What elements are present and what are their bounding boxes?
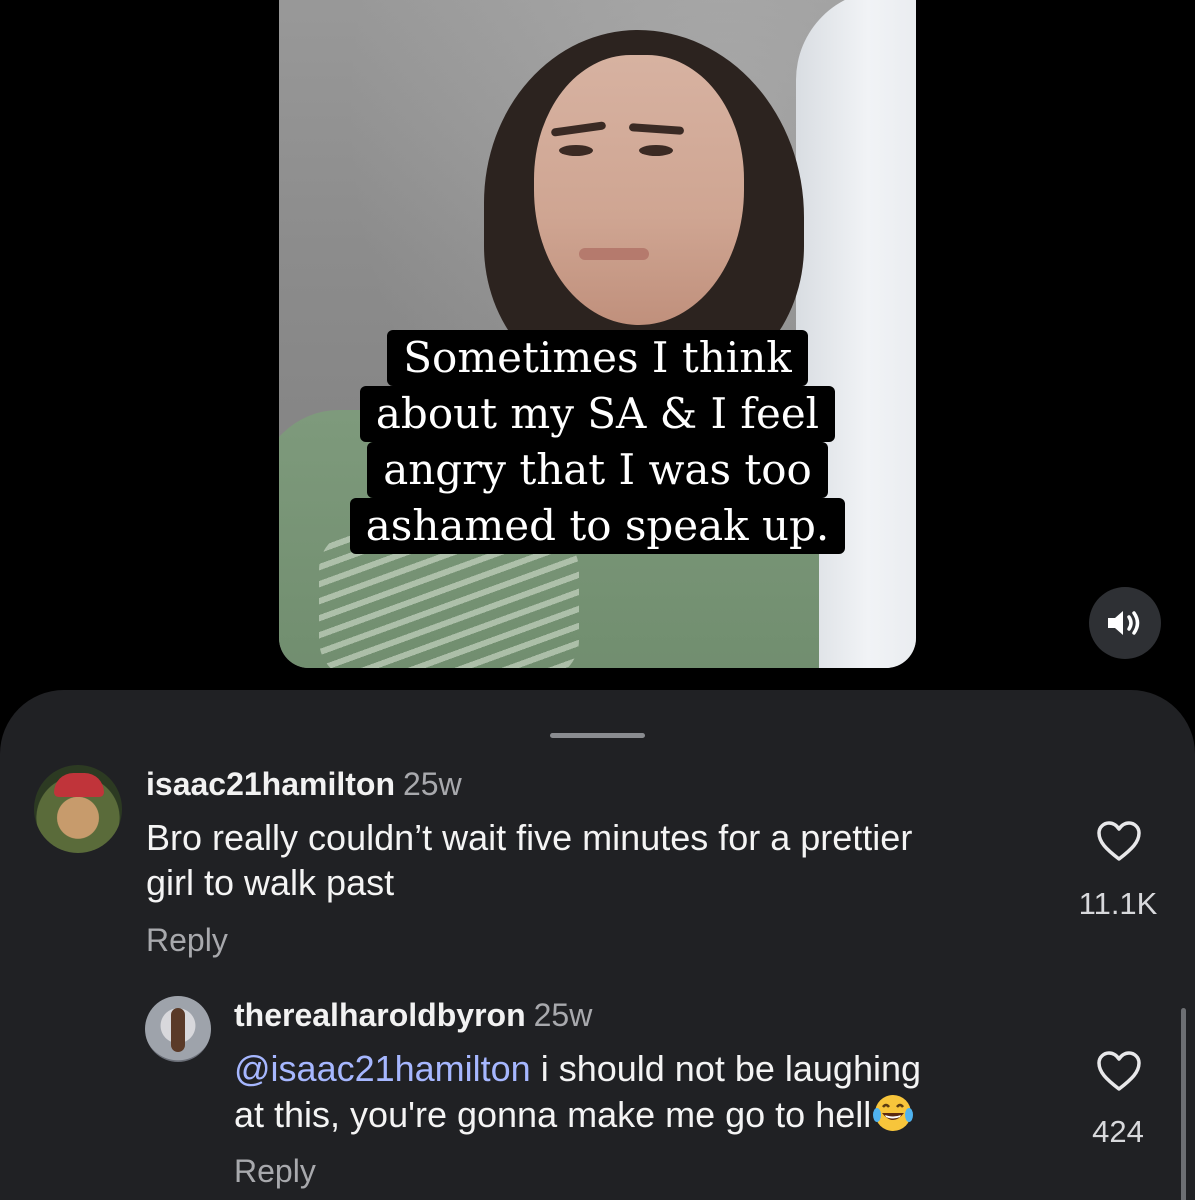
- comment-text-line: @isaac21hamilton i should not be laughin…: [234, 1046, 921, 1091]
- avatar[interactable]: [34, 765, 122, 853]
- avatar-figure: [171, 1008, 185, 1052]
- comment-text-line: girl to walk past: [146, 862, 395, 903]
- caption-line: Sometimes I think: [387, 330, 808, 386]
- laughing-tears-emoji-icon: [873, 1095, 914, 1131]
- comment-text-segment: i should not be laughing: [530, 1048, 922, 1089]
- comments-sheet: isaac21hamilton 25w Bro really couldn’t w…: [0, 690, 1195, 1200]
- like-count: 424: [1092, 1114, 1144, 1149]
- username-text[interactable]: therealharoldbyron: [234, 997, 526, 1033]
- heart-icon[interactable]: [1096, 820, 1142, 862]
- comment-text-segment: at this, you're gonna make me go to hell: [234, 1094, 872, 1135]
- comment-text: @isaac21hamilton i should not be laughin…: [234, 1046, 921, 1137]
- sheet-drag-handle[interactable]: [550, 733, 645, 738]
- mute-button[interactable]: [1089, 587, 1161, 659]
- video-player[interactable]: Sometimes I think about my SA & I feel a…: [279, 0, 916, 668]
- video-caption: Sometimes I think about my SA & I feel a…: [279, 330, 916, 554]
- caption-line: angry that I was too: [367, 442, 828, 498]
- mention-link[interactable]: @isaac21hamilton: [234, 1048, 531, 1089]
- avatar[interactable]: [145, 996, 211, 1062]
- comment-username[interactable]: isaac21hamilton 25w: [146, 766, 462, 803]
- caption-line: ashamed to speak up.: [349, 498, 846, 554]
- like-count: 11.1K: [1078, 886, 1158, 921]
- comment-time: 25w: [403, 766, 462, 802]
- avatar-cap: [54, 773, 104, 797]
- comment-username[interactable]: therealharoldbyron 25w: [234, 997, 592, 1034]
- reel-screen: Sometimes I think about my SA & I feel a…: [0, 0, 1195, 1200]
- comment-time: 25w: [533, 997, 593, 1033]
- caption-line: about my SA & I feel: [359, 386, 836, 442]
- reply-button[interactable]: Reply: [146, 922, 228, 959]
- video-person-eye: [559, 145, 593, 156]
- username-text[interactable]: isaac21hamilton: [146, 766, 395, 802]
- heart-icon[interactable]: [1096, 1050, 1142, 1092]
- video-person-face: [534, 55, 744, 325]
- comment-text-line: Bro really couldn’t wait five minutes fo…: [146, 817, 913, 858]
- speaker-icon: [1108, 611, 1140, 635]
- video-person-mouth: [579, 248, 649, 260]
- video-person-eye: [639, 145, 673, 156]
- reply-button[interactable]: Reply: [234, 1153, 316, 1190]
- comment-text-line: at this, you're gonna make me go to hell: [234, 1091, 921, 1137]
- comment-text: Bro really couldn’t wait five minutes fo…: [146, 815, 912, 905]
- scrollbar[interactable]: [1181, 1008, 1186, 1200]
